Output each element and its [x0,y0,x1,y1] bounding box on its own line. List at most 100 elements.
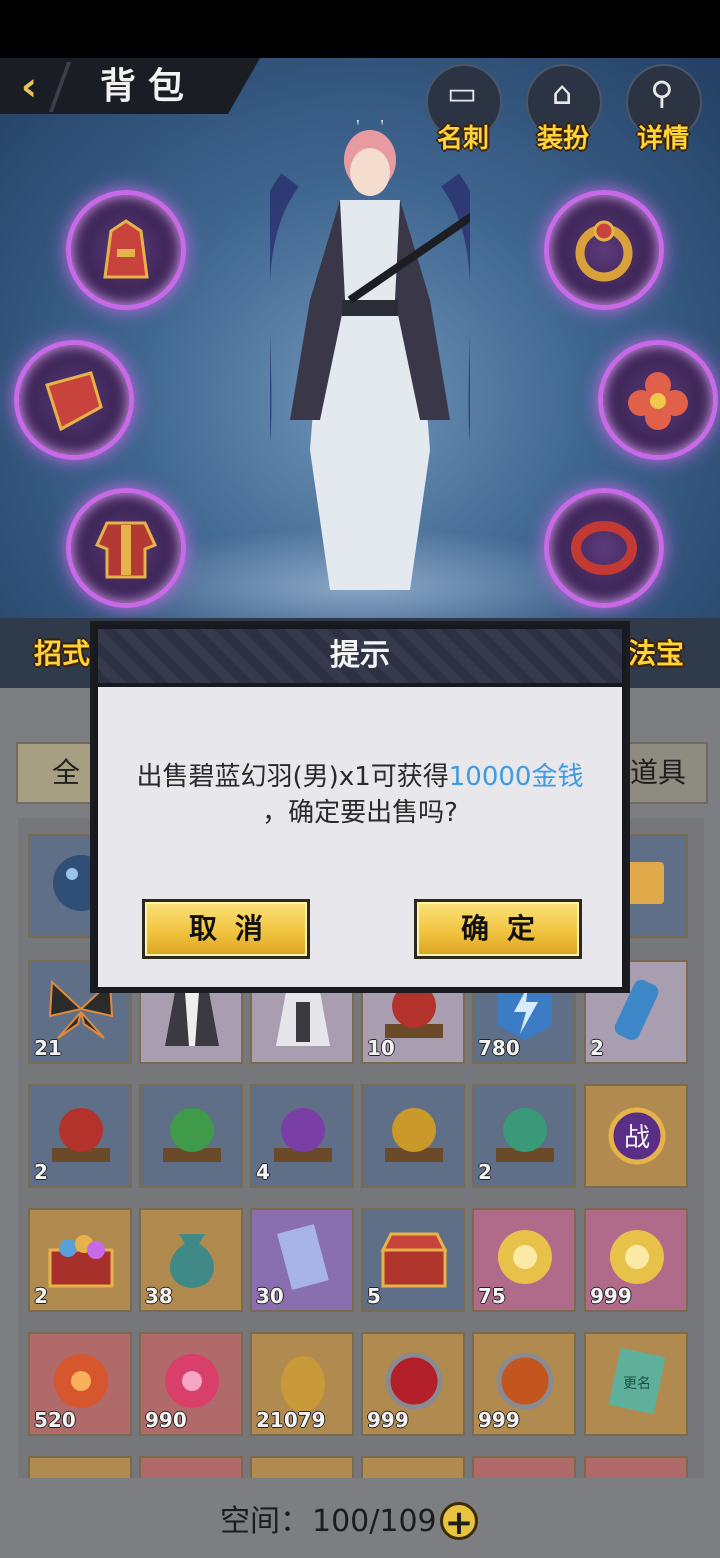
confirm-button[interactable]: 确定 [414,899,582,959]
rename-card-text: 更名 [623,1376,651,1392]
item-count: 520 [34,1408,76,1432]
bracelet-icon [571,521,637,575]
inventory-cell[interactable]: 5 [361,1208,465,1312]
costume-icon: ⌂ [551,74,573,112]
item-count: 30 [256,1284,284,1308]
inventory-cell[interactable]: 38 [139,1208,243,1312]
item-count: 2 [34,1284,48,1308]
inventory-cell[interactable]: 更名 [584,1332,688,1436]
rename-card-icon: 更名 [608,1347,666,1415]
armor-icon [94,521,158,579]
character-figure [270,120,470,590]
item-count: 2 [478,1160,492,1184]
lotus-orb-icon [498,1230,552,1284]
inventory-cell[interactable] [28,1456,132,1478]
treasure-chest-icon [380,1232,448,1288]
sell-confirm-dialog: 提示 出售碧蓝幻羽(男)x1可获得10000金钱 ，确定要出售吗? 取消 确定 [90,621,630,993]
inventory-cell[interactable] [472,1456,576,1478]
green-orb-icon [163,1108,221,1162]
dialog-title: 提示 [330,638,390,673]
equip-slot-shoulder[interactable] [14,340,134,460]
red-orb-icon [52,1108,110,1162]
status-bar [0,0,720,58]
details-button[interactable]: ⚲ 详情 [620,64,706,160]
inventory-cell[interactable] [250,1456,354,1478]
inventory-cell[interactable] [361,1456,465,1478]
scroll-icon [277,1224,329,1290]
gold-egg-icon [281,1356,325,1412]
item-count: 780 [478,1036,520,1060]
inventory-cell[interactable]: 2 [28,1208,132,1312]
dialog-body: 出售碧蓝幻羽(男)x1可获得10000金钱 ，确定要出售吗? 取消 确定 [98,687,622,987]
plus-icon[interactable]: + [440,1502,478,1541]
equip-slot-helmet[interactable] [66,190,186,310]
item-count: 2 [34,1160,48,1184]
helmet-icon [103,219,149,279]
teal-orb-icon [496,1108,554,1162]
equip-slot-armor[interactable] [66,488,186,608]
dialog-message: 出售碧蓝幻羽(男)x1可获得10000金钱 ，确定要出售吗? [98,759,622,831]
equip-slot-ornament[interactable] [598,340,718,460]
pouch-icon [170,1234,214,1288]
ring-gem-icon [575,220,633,282]
inventory-cell[interactable]: 4 [250,1084,354,1188]
inventory-cell[interactable]: 30 [250,1208,354,1312]
inventory-cell[interactable]: 999 [361,1332,465,1436]
equip-slot-ring[interactable] [544,190,664,310]
cancel-button[interactable]: 取消 [142,899,310,959]
battle-token-text: 战 [624,1123,650,1153]
card-button-label: 名刺 [436,124,489,154]
battle-token-icon: 战 [608,1107,666,1165]
item-count: 999 [367,1408,409,1432]
inventory-cell[interactable]: 21079 [250,1332,354,1436]
item-count: 999 [478,1408,520,1432]
card-button[interactable]: ▭ 名刺 [420,64,506,160]
inventory-cell[interactable]: 2 [28,1084,132,1188]
inventory-cell[interactable]: 战 [584,1084,688,1188]
chevron-left-icon[interactable]: ‹ [6,64,52,110]
inventory-cell[interactable] [139,1456,243,1478]
inventory-cell[interactable]: 999 [584,1208,688,1312]
orange-sphere-icon [496,1352,554,1410]
details-button-label: 详情 [636,124,689,154]
item-count: 10 [367,1036,395,1060]
purple-orb-icon [274,1108,332,1162]
item-count: 5 [367,1284,381,1308]
inventory-cell[interactable] [139,1084,243,1188]
pink-lotus-orb-icon [165,1354,219,1408]
inventory-cell[interactable]: 999 [472,1332,576,1436]
dialog-message-prefix: 出售碧蓝幻羽(男)x1可获得 [136,762,449,792]
inventory-cell[interactable]: 75 [472,1208,576,1312]
dialog-message-suffix: ，确定要出售吗? [262,798,458,828]
space-label: 空间： [220,1504,310,1539]
equip-slot-bracelet[interactable] [544,488,664,608]
yellow-orb-icon [385,1108,443,1162]
fire-orb-icon [54,1354,108,1408]
item-count: 4 [256,1160,270,1184]
item-count: 38 [145,1284,173,1308]
inventory-cell[interactable]: 520 [28,1332,132,1436]
item-count: 21079 [256,1408,326,1432]
magnifier-icon: ⚲ [650,74,674,112]
orb-chest-icon [48,1235,114,1288]
page-title: 背包 [100,66,197,107]
lotus-orb-icon [610,1230,664,1284]
space-value: 100/109 [312,1504,437,1539]
inventory-cell[interactable]: 990 [139,1332,243,1436]
inventory-cell[interactable] [584,1456,688,1478]
flower-ornament-icon [628,372,688,430]
item-count: 21 [34,1036,62,1060]
item-count: 2 [590,1036,604,1060]
card-icon: ▭ [446,74,478,112]
item-count: 75 [478,1284,506,1308]
item-count: 999 [590,1284,632,1308]
shoulder-icon [45,371,103,432]
skills-label[interactable]: 招式 [34,632,90,672]
treasure-label[interactable]: 法宝 [628,632,684,672]
inventory-cell[interactable] [361,1084,465,1188]
costume-button[interactable]: ⌂ 装扮 [520,64,606,160]
item-count: 990 [145,1408,187,1432]
dialog-message-reward: 10000金钱 [448,762,584,792]
red-sphere-icon [385,1352,443,1410]
inventory-cell[interactable]: 2 [472,1084,576,1188]
